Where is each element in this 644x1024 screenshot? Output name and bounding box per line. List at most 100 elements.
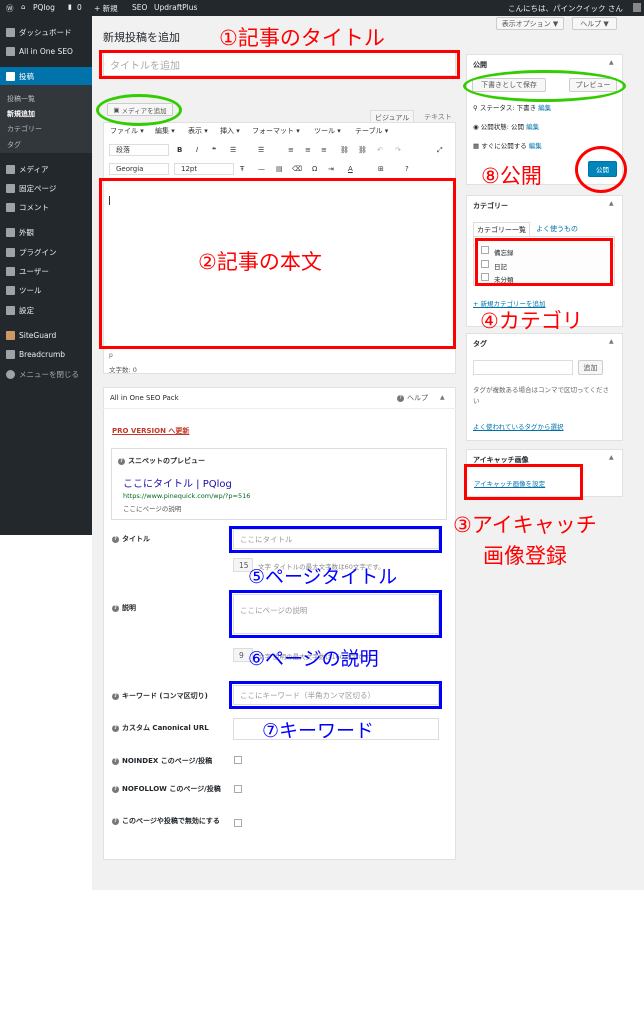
submenu-tags[interactable]: タグ: [7, 140, 21, 150]
menu-view[interactable]: 表示 ▾: [188, 126, 208, 136]
schedule-edit-link[interactable]: 編集: [529, 142, 542, 150]
pin-icon: [6, 72, 15, 81]
sidebar-item-appearance[interactable]: 外観: [6, 227, 34, 238]
annotation-circle-publish: [575, 146, 627, 193]
paste-text-icon[interactable]: ▤: [276, 165, 283, 173]
disable-checkbox[interactable]: [234, 819, 242, 827]
avatar[interactable]: [633, 3, 641, 12]
annotation-box-seo-title: [229, 526, 442, 553]
collapse-arrow-icon[interactable]: ▲: [609, 200, 614, 207]
question-icon: ?: [112, 604, 119, 612]
numbered-list-icon[interactable]: ☰: [258, 146, 264, 154]
sidebar-item-comments[interactable]: コメント: [6, 202, 49, 213]
eye-icon: ◉: [473, 123, 481, 131]
plug-icon: [6, 248, 15, 257]
aioseo-help[interactable]: ? ヘルプ: [397, 393, 428, 403]
post-schedule: ▦ すぐに公開する 編集: [473, 142, 542, 150]
categories-box-title: カテゴリー: [473, 202, 508, 210]
question-icon: ?: [112, 535, 119, 543]
annotation-box-seo-desc: [229, 590, 442, 638]
nofollow-checkbox[interactable]: [234, 785, 242, 793]
menu-tools[interactable]: ツール ▾: [314, 126, 341, 136]
sidebar-item-posts[interactable]: 投稿: [6, 71, 34, 82]
sidebar-item-aioseo[interactable]: All in One SEO: [6, 47, 73, 56]
submenu-categories[interactable]: カテゴリー: [7, 124, 42, 134]
snippet-url: https://www.pinequick.com/wp/?p=516: [123, 492, 251, 500]
sidebar-item-plugins[interactable]: プラグイン: [6, 247, 57, 258]
noindex-checkbox[interactable]: [234, 756, 242, 764]
sidebar-item-siteguard[interactable]: SiteGuard: [6, 331, 56, 340]
clear-format-icon[interactable]: ⌫: [292, 165, 302, 173]
collapse-arrow-icon[interactable]: ▲: [440, 394, 445, 401]
media-icon: [6, 165, 15, 174]
hr-icon[interactable]: —: [258, 165, 265, 173]
new-content-link[interactable]: + 新規: [94, 3, 118, 14]
collapse-arrow-icon[interactable]: ▲: [609, 338, 614, 345]
align-left-icon[interactable]: ≡: [288, 146, 294, 154]
tab-popular-categories[interactable]: よく使うもの: [536, 224, 578, 234]
menu-table[interactable]: テーブル ▾: [355, 126, 388, 136]
word-count: 文字数: 0: [109, 366, 137, 374]
text-color-icon[interactable]: A: [348, 165, 353, 173]
help-icon[interactable]: ?: [405, 165, 409, 173]
sidebar-item-settings[interactable]: 設定: [6, 305, 34, 316]
collapse-arrow-icon[interactable]: ▲: [609, 59, 614, 66]
italic-icon[interactable]: I: [196, 146, 198, 154]
indent-icon[interactable]: ⇥: [328, 165, 334, 173]
comments-icon[interactable]: ▮: [68, 3, 72, 11]
align-center-icon[interactable]: ≡: [305, 146, 311, 154]
unlink-icon[interactable]: ⛓: [358, 146, 367, 154]
block-format-select[interactable]: 段落: [109, 144, 169, 156]
add-tag-button[interactable]: 追加: [578, 360, 603, 375]
menu-insert[interactable]: 挿入 ▾: [220, 126, 240, 136]
sidebar-item-users[interactable]: ユーザー: [6, 266, 49, 277]
align-right-icon[interactable]: ≡: [321, 146, 327, 154]
wordpress-logo-icon[interactable]: Ⓦ: [6, 3, 14, 14]
annotation-body: ②記事の本文: [198, 250, 322, 274]
menu-format[interactable]: フォーマット ▾: [252, 126, 300, 136]
screen-options-button[interactable]: 表示オプション ▼: [496, 17, 564, 30]
bullet-list-icon[interactable]: ☰: [230, 146, 236, 154]
visibility-edit-link[interactable]: 編集: [526, 123, 539, 131]
site-name-link[interactable]: PQlog: [33, 3, 55, 12]
tag-input[interactable]: [473, 360, 573, 375]
sidebar-item-tools[interactable]: ツール: [6, 285, 42, 296]
annotation-keywords: ⑦キーワード: [262, 720, 375, 742]
strikethrough-icon[interactable]: Ŧ: [240, 165, 244, 173]
seo-link[interactable]: SEO: [132, 3, 147, 12]
sidebar-item-pages[interactable]: 固定ページ: [6, 183, 56, 194]
bold-icon[interactable]: B: [177, 146, 182, 154]
menu-edit[interactable]: 編集 ▾: [155, 126, 175, 136]
quote-icon[interactable]: ❝: [212, 146, 216, 154]
pro-upgrade-link[interactable]: PRO VERSION へ更新: [112, 426, 189, 436]
collapse-arrow-icon[interactable]: ▲: [609, 454, 614, 461]
submenu-post-list[interactable]: 投稿一覧: [7, 94, 35, 104]
comments-count[interactable]: 0: [77, 3, 82, 12]
fullscreen-icon[interactable]: ⤢: [437, 146, 443, 155]
seo-description-label: ? 説明: [112, 603, 136, 613]
font-size-select[interactable]: 12pt: [174, 163, 234, 175]
sidebar-item-breadcrumb[interactable]: Breadcrumb: [6, 350, 65, 359]
link-icon[interactable]: ⛓: [340, 146, 349, 154]
sidebar-item-media[interactable]: メディア: [6, 164, 48, 175]
updraftplus-link[interactable]: UpdraftPlus: [154, 3, 197, 12]
help-button[interactable]: ヘルプ ▼: [572, 17, 617, 30]
redo-icon[interactable]: ↷: [395, 146, 401, 154]
submenu-new-post[interactable]: 新規追加: [7, 109, 35, 119]
special-char-icon[interactable]: Ω: [312, 165, 317, 173]
font-family-select[interactable]: Georgia: [109, 163, 169, 175]
tags-box-title: タグ: [473, 340, 487, 348]
annotation-box-title: [99, 50, 460, 79]
menu-file[interactable]: ファイル ▾: [110, 126, 144, 136]
popular-tags-link[interactable]: よく使われているタグから選択: [473, 421, 563, 431]
undo-icon[interactable]: ↶: [377, 146, 383, 154]
user-greeting[interactable]: こんにちは、パインクイック さん: [508, 3, 623, 14]
siteguard-icon: [6, 331, 15, 340]
sidebar-item-dashboard[interactable]: ダッシュボード: [6, 27, 72, 38]
sidebar-collapse[interactable]: メニューを閉じる: [6, 369, 79, 380]
table-icon[interactable]: ⊞: [378, 165, 384, 173]
status-edit-link[interactable]: 編集: [538, 104, 551, 112]
key-icon: ⚲: [473, 104, 480, 112]
post-visibility: ◉ 公開状態: 公開 編集: [473, 123, 540, 131]
seo-keywords-label: ? キーワード (コンマ区切り): [112, 691, 208, 701]
